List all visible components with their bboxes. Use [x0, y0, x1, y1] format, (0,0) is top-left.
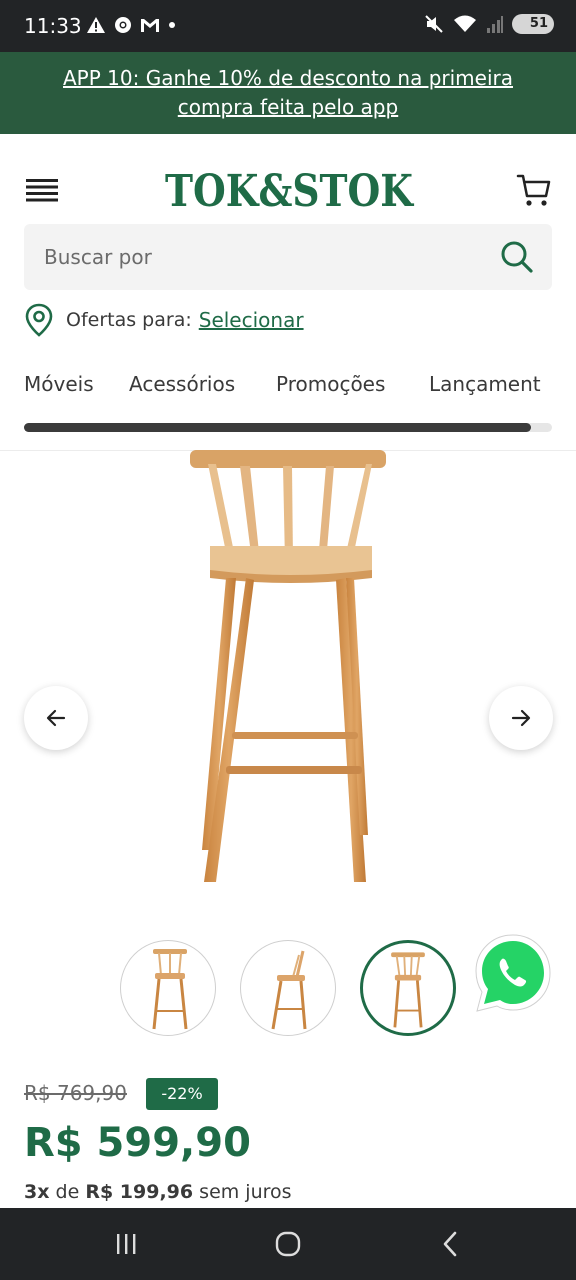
warning-icon	[87, 17, 105, 33]
thumbnail-stool-front	[152, 949, 188, 1030]
wifi-icon	[454, 15, 476, 32]
status-bar: 11:33 51	[0, 0, 576, 52]
search-icon[interactable]	[500, 240, 534, 274]
location-pin-icon	[25, 303, 53, 337]
thumbnail-2[interactable]	[240, 940, 336, 1036]
recent-apps-icon	[117, 1234, 136, 1254]
product-image-bar-stool	[190, 450, 386, 882]
installments-de: de	[55, 1181, 80, 1203]
arrow-right-icon	[511, 709, 531, 727]
home-button[interactable]	[268, 1226, 308, 1262]
back-button[interactable]	[430, 1226, 470, 1262]
category-acessorios[interactable]: Acessórios	[129, 372, 235, 396]
category-promocoes[interactable]: Promoções	[276, 372, 385, 396]
search-input[interactable]	[24, 224, 484, 290]
signal-icon	[487, 16, 503, 33]
search-bar	[24, 224, 552, 290]
thumbnail-1[interactable]	[120, 940, 216, 1036]
installments-count: 3x	[24, 1181, 50, 1203]
status-time: 11:33	[24, 14, 82, 38]
logo-text: TOK&STOK	[165, 166, 415, 214]
battery-icon: 51	[512, 14, 554, 34]
category-scrollbar[interactable]	[24, 423, 552, 432]
promo-text[interactable]: APP 10: Ganhe 10% de desconto na primeir…	[38, 64, 538, 122]
tok-stok-logo[interactable]: TOK&STOK	[163, 164, 415, 214]
current-price: R$ 599,90	[24, 1120, 251, 1166]
offers-location: Ofertas para: Selecionar	[24, 302, 304, 338]
status-left-icons	[86, 16, 176, 34]
dot-icon	[169, 22, 175, 28]
whatsapp-icon	[482, 941, 544, 1004]
promo-banner[interactable]: APP 10: Ganhe 10% de desconto na primeir…	[0, 52, 576, 134]
category-lancamentos[interactable]: Lançament	[429, 372, 541, 396]
chrome-icon	[115, 17, 131, 33]
offers-label: Ofertas para:	[66, 309, 192, 331]
site-header: TOK&STOK	[0, 134, 576, 224]
whatsapp-button[interactable]	[472, 932, 554, 1014]
installments-suffix: sem juros	[199, 1181, 292, 1203]
select-location-link[interactable]: Selecionar	[199, 308, 304, 332]
previous-image-button[interactable]	[24, 686, 88, 750]
recent-apps-button[interactable]	[106, 1226, 146, 1262]
gmail-icon	[141, 19, 159, 32]
status-right-icons: 51	[424, 14, 554, 34]
next-image-button[interactable]	[489, 686, 553, 750]
discount-badge: -22%	[146, 1078, 218, 1110]
category-scrollbar-thumb[interactable]	[24, 423, 531, 432]
installments-value: R$ 199,96	[85, 1181, 194, 1203]
old-price: R$ 769,90	[24, 1081, 127, 1105]
thumbnail-3-selected[interactable]	[360, 940, 456, 1036]
thumbnail-stool-back	[391, 952, 425, 1028]
arrow-left-icon	[46, 709, 66, 727]
back-icon	[443, 1231, 457, 1257]
shopping-cart-icon[interactable]	[516, 172, 552, 208]
hamburger-menu-icon[interactable]	[26, 178, 60, 202]
category-nav: Móveis Acessórios Promoções Lançament	[0, 366, 576, 406]
installments-text: 3x de R$ 199,96 sem juros	[24, 1181, 292, 1203]
mute-icon	[425, 15, 443, 33]
home-icon	[275, 1231, 301, 1257]
system-nav-bar	[0, 1208, 576, 1280]
category-moveis[interactable]: Móveis	[24, 372, 94, 396]
thumbnail-stool-side	[271, 950, 307, 1030]
